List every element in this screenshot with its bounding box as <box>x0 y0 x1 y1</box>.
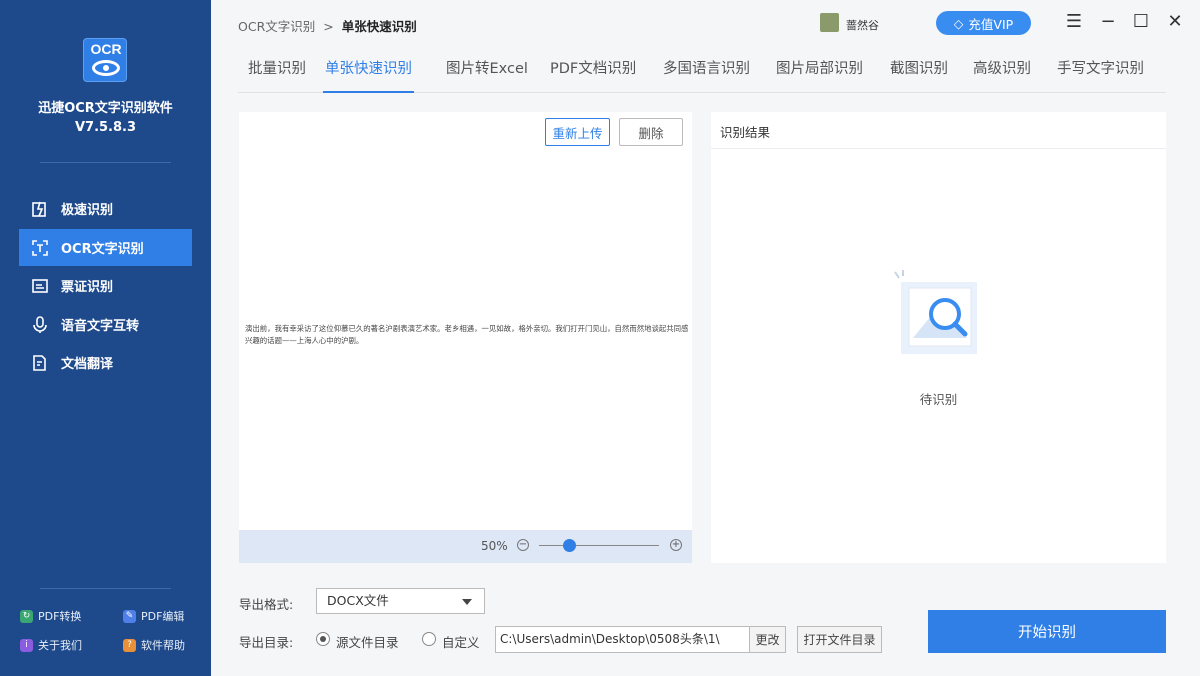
sidebar-divider <box>40 162 171 163</box>
export-format-value: DOCX文件 <box>327 593 389 608</box>
tab-image-to-excel[interactable]: 图片转Excel <box>446 54 528 93</box>
breadcrumb: OCR文字识别 > 单张快速识别 <box>238 16 417 35</box>
vip-recharge-button[interactable]: ◇ 充值VIP <box>936 11 1031 35</box>
sidebar-item-translate[interactable]: 文档翻译 <box>19 344 192 381</box>
pdf-convert-label: PDF转换 <box>38 610 82 623</box>
result-title: 识别结果 <box>720 125 771 140</box>
sidebar-item-fast-recognition[interactable]: 极速识别 <box>19 190 192 227</box>
chevron-down-icon <box>462 599 472 605</box>
open-dir-button[interactable]: 打开文件目录 <box>797 626 882 653</box>
start-recognition-button[interactable]: 开始识别 <box>928 610 1166 653</box>
tab-multilingual[interactable]: 多国语言识别 <box>663 54 750 93</box>
sidebar-item-ticket[interactable]: 票证识别 <box>19 267 192 304</box>
pdf-convert-icon: ↻ <box>20 609 33 623</box>
sidebar-item-ocr[interactable]: OCR文字识别 <box>19 229 192 266</box>
help-icon: ? <box>123 638 136 652</box>
scan-text-icon <box>31 239 49 257</box>
app-version: V7.5.8.3 <box>74 120 137 135</box>
about-label: 关于我们 <box>38 639 82 652</box>
pending-status: 待识别 <box>919 392 958 407</box>
zoom-bar: 50% − + <box>239 530 692 563</box>
microphone-icon <box>31 315 49 334</box>
app-title: 迅捷OCR文字识别软件 V7.5.8.3 <box>0 99 211 137</box>
zoom-in-icon[interactable]: + <box>670 539 682 551</box>
sidebar-item-label: 语音文字互转 <box>61 319 140 334</box>
zoom-out-icon[interactable]: − <box>517 539 529 551</box>
tab-handwriting[interactable]: 手写文字识别 <box>1057 54 1144 93</box>
image-search-icon <box>894 270 977 354</box>
pdf-edit-label: PDF编辑 <box>141 610 185 623</box>
sidebar-item-label: 文档翻译 <box>61 357 114 372</box>
vip-label: 充值VIP <box>968 16 1014 32</box>
help-label: 软件帮助 <box>141 639 185 652</box>
tab-batch[interactable]: 批量识别 <box>248 54 306 93</box>
menu-icon[interactable]: ☰ <box>1064 12 1084 32</box>
sidebar-bottom-divider <box>40 588 171 589</box>
pdf-edit-link[interactable]: ✎ PDF编辑 <box>123 608 184 624</box>
result-divider <box>711 148 1166 149</box>
ticket-icon <box>31 277 49 295</box>
translate-doc-icon <box>31 354 49 372</box>
tab-pdf-recognition[interactable]: PDF文档识别 <box>550 54 636 93</box>
sidebar-item-label: OCR文字识别 <box>61 242 144 257</box>
app-name: 迅捷OCR文字识别软件 <box>38 101 173 116</box>
avatar[interactable] <box>820 13 839 32</box>
tab-screenshot[interactable]: 截图识别 <box>890 54 948 93</box>
maximize-icon[interactable]: ☐ <box>1131 12 1151 32</box>
delete-button[interactable]: 删除 <box>619 118 683 146</box>
export-dir-label: 导出目录: <box>239 635 294 650</box>
source-dir-label[interactable]: 源文件目录 <box>336 632 399 651</box>
image-preview-panel: 重新上传 删除 演出前，我有幸采访了这位仰慕已久的著名沪剧表演艺术家。老乡相遇，… <box>239 112 692 563</box>
sidebar-item-label: 票证识别 <box>61 280 114 295</box>
close-icon[interactable]: ✕ <box>1165 12 1185 32</box>
breadcrumb-separator: > <box>323 19 334 34</box>
result-panel: 识别结果 待识别 <box>711 112 1166 563</box>
breadcrumb-current: 单张快速识别 <box>341 19 417 34</box>
sidebar-item-label: 极速识别 <box>61 203 114 218</box>
pdf-edit-icon: ✎ <box>123 609 136 623</box>
output-path-field[interactable]: C:\Users\admin\Desktop\0508头条\1\ <box>495 626 750 653</box>
minimize-icon[interactable]: − <box>1098 12 1118 32</box>
pdf-convert-link[interactable]: ↻ PDF转换 <box>20 608 81 624</box>
tab-partial-image[interactable]: 图片局部识别 <box>776 54 863 93</box>
ocr-logo: OCR <box>83 38 127 82</box>
username[interactable]: 蔷然谷 <box>846 17 879 33</box>
eye-icon <box>92 60 120 76</box>
source-dir-radio[interactable] <box>316 632 330 646</box>
change-dir-button[interactable]: 更改 <box>749 626 786 653</box>
help-link[interactable]: ? 软件帮助 <box>123 637 185 653</box>
zoom-slider-handle[interactable] <box>563 539 576 552</box>
reupload-button[interactable]: 重新上传 <box>545 118 610 146</box>
about-link[interactable]: i 关于我们 <box>20 637 82 653</box>
zoom-slider-track[interactable] <box>539 545 659 546</box>
export-format-select[interactable]: DOCX文件 <box>316 588 485 614</box>
about-icon: i <box>20 638 33 652</box>
document-image-text: 演出前，我有幸采访了这位仰慕已久的著名沪剧表演艺术家。老乡相遇，一见如故，格外亲… <box>245 324 689 345</box>
export-format-label: 导出格式: <box>239 597 294 612</box>
sidebar-item-speech[interactable]: 语音文字互转 <box>19 306 192 343</box>
logo-text: OCR <box>90 41 122 57</box>
tab-advanced[interactable]: 高级识别 <box>973 54 1031 93</box>
lightning-doc-icon <box>31 200 49 218</box>
zoom-level: 50% <box>481 539 508 553</box>
custom-dir-radio[interactable] <box>422 632 436 646</box>
breadcrumb-root[interactable]: OCR文字识别 <box>238 19 315 34</box>
tab-bar: 批量识别 单张快速识别 图片转Excel PDF文档识别 多国语言识别 图片局部… <box>238 54 1166 93</box>
tab-single-quick[interactable]: 单张快速识别 <box>323 54 414 93</box>
diamond-icon: ◇ <box>953 15 964 31</box>
custom-dir-label[interactable]: 自定义 <box>442 632 480 651</box>
sidebar: OCR 迅捷OCR文字识别软件 V7.5.8.3 极速识别 OCR文字识别 票证… <box>0 0 211 676</box>
